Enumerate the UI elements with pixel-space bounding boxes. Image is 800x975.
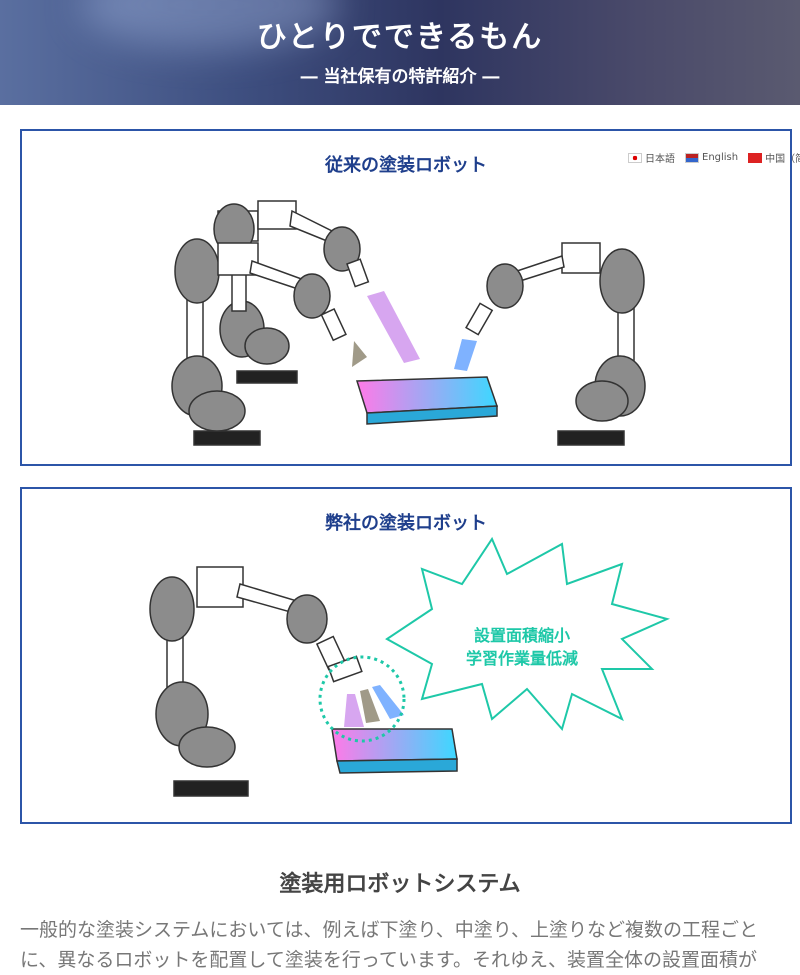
paragraph-line: 一般的な塗装システムにおいては、例えば下塗り、中塗り、上塗りなど複数の工程ごと <box>20 919 758 941</box>
language-label: 日本語 <box>645 154 675 165</box>
callout-line2: 学習作業量低減 <box>466 649 578 668</box>
callout-line1: 設置面積縮小 <box>474 626 570 645</box>
section-title: 塗装用ロボットシステム <box>279 872 521 897</box>
our-robot-panel: 弊社の塗装ロボット 設置面積縮小 学習作業量低減 <box>20 487 792 824</box>
conventional-robot-panel: 従来の塗装ロボット <box>20 129 792 466</box>
japan-flag-icon <box>628 152 642 163</box>
section-paragraph: 一般的な塗装システムにおいては、例えば下塗り、中塗り、上塗りなど複数の工程ごと … <box>20 915 800 975</box>
page-title: ひとりでできるもん <box>256 20 544 55</box>
conventional-robots-illustration <box>171 200 646 446</box>
language-japanese[interactable]: 日本語 <box>628 150 675 165</box>
us-flag-icon <box>685 152 699 163</box>
page-subtitle: ― 当社保有の特許紹介 ― <box>300 67 500 87</box>
china-flag-icon <box>748 152 763 163</box>
language-label: 中国（简体 <box>765 154 800 165</box>
paragraph-line: に、異なるロボットを配置して塗装を行っています。それゆえ、装置全体の設置面積が <box>20 949 758 971</box>
language-chinese[interactable]: 中国（简体 <box>748 150 800 165</box>
our-robot-illustration: 設置面積縮小 学習作業量低減 <box>149 536 670 797</box>
language-label: English <box>702 152 739 163</box>
hero-banner: ひとりでできるもん ― 当社保有の特許紹介 ― <box>0 0 800 105</box>
language-switcher: 日本語 English 中国（简体 <box>628 150 800 165</box>
language-english[interactable]: English <box>685 152 738 163</box>
